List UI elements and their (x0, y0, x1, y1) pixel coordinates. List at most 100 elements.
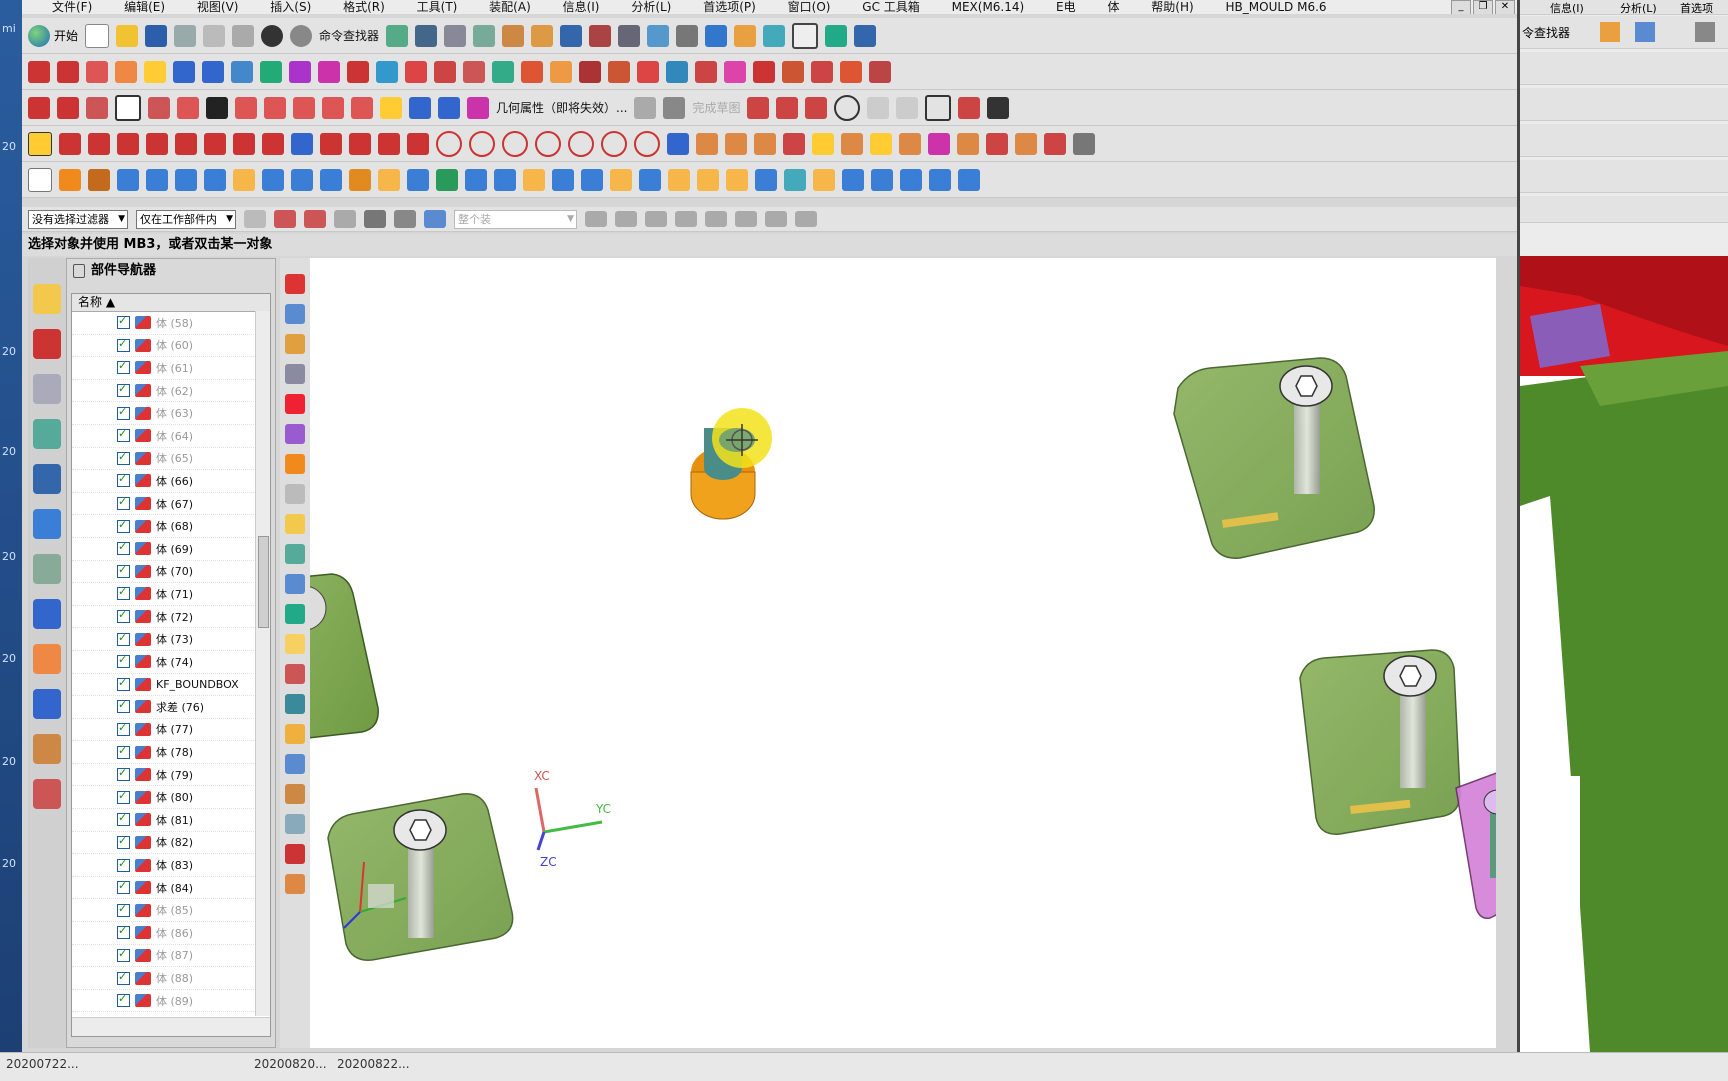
fit-view-icon[interactable] (647, 24, 670, 47)
new-sheet-icon[interactable] (28, 167, 52, 192)
feature-icon[interactable] (811, 60, 833, 83)
solid-icon[interactable] (668, 168, 690, 191)
visibility-checkbox[interactable] (117, 834, 130, 849)
type-filter-select[interactable]: 没有选择过滤器 (28, 209, 128, 229)
system-scenes-icon[interactable] (33, 779, 61, 809)
feature-icon[interactable] (521, 60, 543, 83)
arc-icon[interactable] (57, 96, 79, 119)
feature-icon[interactable] (285, 874, 305, 894)
solid-icon[interactable] (523, 168, 545, 191)
tree-row[interactable]: 体 (63) (72, 402, 270, 425)
menu-item-info[interactable]: 信息(I) (563, 0, 600, 14)
curve-icon[interactable] (351, 96, 373, 119)
horizontal-scrollbar[interactable] (72, 1017, 270, 1036)
taskbar-item[interactable]: 20200822... (337, 1057, 410, 1071)
selected-ejector-pin[interactable] (690, 408, 772, 520)
corner-icon[interactable] (378, 132, 400, 155)
box-icon[interactable] (696, 132, 718, 155)
feature-icon[interactable] (666, 60, 688, 83)
feature-icon[interactable] (285, 334, 305, 354)
visibility-checkbox[interactable] (117, 495, 130, 511)
grid-icon[interactable] (291, 132, 313, 155)
right-menu-item[interactable]: 信息(I) (1550, 0, 1584, 16)
constraint-navigator-icon[interactable] (33, 329, 61, 359)
feature-icon[interactable] (144, 60, 166, 83)
curve-icon[interactable] (467, 96, 489, 119)
menu-item-window[interactable]: 窗口(O) (788, 0, 831, 14)
chamfer-curve-icon[interactable] (349, 132, 371, 155)
feature-icon[interactable] (86, 60, 108, 83)
pink-mould-block[interactable] (1455, 768, 1496, 920)
fillet-icon[interactable] (867, 96, 890, 119)
measure-icon[interactable] (415, 24, 438, 47)
move-component-icon[interactable] (854, 24, 877, 47)
solid-icon[interactable] (436, 168, 458, 191)
solid-icon[interactable] (842, 168, 864, 191)
feature-icon[interactable] (347, 60, 369, 83)
split-icon[interactable] (407, 132, 429, 155)
distance-icon[interactable] (589, 24, 612, 47)
feature-icon[interactable] (285, 814, 305, 834)
solid-icon[interactable] (610, 168, 632, 191)
visibility-checkbox[interactable] (117, 540, 130, 556)
visibility-checkbox[interactable] (117, 608, 130, 624)
select-body-icon[interactable] (394, 210, 416, 228)
cylinder-icon[interactable] (900, 168, 922, 191)
tree-row[interactable]: 体 (58) (72, 312, 270, 335)
finish-sketch-icon[interactable] (663, 96, 686, 119)
rectangle-icon[interactable] (115, 94, 141, 121)
feature-icon[interactable] (285, 304, 305, 324)
toolbar-icon[interactable] (1635, 22, 1655, 42)
circle-icon[interactable] (469, 130, 495, 157)
tree-row[interactable]: 体 (71) (72, 583, 270, 606)
tree-row[interactable]: 体 (67) (72, 493, 270, 516)
toolbar-icon[interactable] (1695, 22, 1715, 42)
mould-block-bottom-left[interactable] (327, 793, 514, 961)
circle-icon[interactable] (502, 130, 528, 157)
snap-icon[interactable] (615, 211, 637, 227)
manufacturing-wizard-icon[interactable] (33, 689, 61, 719)
new-file-icon[interactable] (85, 23, 110, 48)
tree-row[interactable]: 体 (72) (72, 606, 270, 629)
cube-view-icon[interactable] (705, 24, 728, 47)
solid-icon[interactable] (871, 168, 893, 191)
section-icon[interactable] (763, 24, 786, 47)
tree-row[interactable]: 体 (79) (72, 764, 270, 787)
menu-item-hb-mould[interactable]: HB_MOULD M6.6 (1226, 0, 1327, 14)
visibility-checkbox[interactable] (117, 857, 130, 872)
save-icon[interactable] (145, 24, 168, 47)
undo-icon[interactable] (261, 24, 284, 47)
text-icon[interactable] (206, 96, 228, 119)
tree-row[interactable]: 体 (66) (72, 470, 270, 493)
curve-icon[interactable] (409, 96, 431, 119)
box-icon[interactable] (928, 132, 950, 155)
box-icon[interactable] (1015, 132, 1037, 155)
visibility-checkbox[interactable] (117, 676, 130, 691)
model-scene[interactable]: XC YC ZC (310, 258, 1496, 1048)
snap-icon[interactable] (705, 211, 727, 227)
sphere-icon[interactable] (958, 168, 980, 191)
circle-icon[interactable] (86, 96, 108, 119)
graphics-viewport[interactable]: XC YC ZC (310, 258, 1496, 1048)
tree-row[interactable]: KF_BOUNDBOX (72, 674, 270, 697)
feature-icon[interactable] (285, 664, 305, 684)
tree-row[interactable]: 体 (86) (72, 922, 270, 945)
visibility-checkbox[interactable] (117, 631, 130, 646)
analysis-icon[interactable] (531, 24, 554, 47)
tree-row[interactable]: 体 (82) (72, 832, 270, 855)
visibility-checkbox[interactable] (117, 924, 130, 940)
feature-icon[interactable] (285, 424, 305, 444)
feature-icon[interactable] (782, 60, 804, 83)
visibility-checkbox[interactable] (117, 766, 130, 782)
solid-icon[interactable] (233, 168, 255, 191)
solid-icon[interactable] (552, 168, 574, 191)
solid-icon[interactable] (494, 168, 516, 191)
point-icon[interactable] (177, 96, 199, 119)
menu-item-preferences[interactable]: 首选项(P) (703, 0, 756, 14)
render-style-icon[interactable] (676, 24, 699, 47)
curve-icon[interactable] (264, 96, 286, 119)
feature-icon[interactable] (285, 574, 305, 594)
toolbar-icon[interactable] (1600, 22, 1620, 42)
circle-icon[interactable] (634, 130, 660, 157)
axis-icon[interactable] (1073, 132, 1095, 155)
